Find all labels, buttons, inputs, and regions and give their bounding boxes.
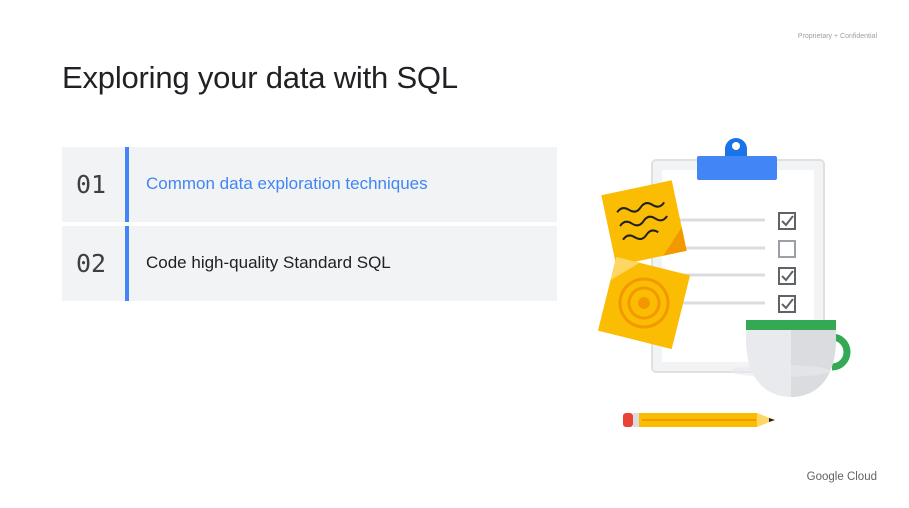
agenda-number: 02	[76, 249, 107, 278]
agenda-number: 01	[76, 170, 107, 199]
agenda-item-01[interactable]: 01 Common data exploration techniques	[62, 147, 557, 222]
agenda-accent-bar	[125, 226, 129, 301]
slide-title: Exploring your data with SQL	[62, 60, 458, 95]
agenda-item-02[interactable]: 02 Code high-quality Standard SQL	[62, 226, 557, 301]
agenda-label: Code high-quality Standard SQL	[146, 253, 391, 272]
confidential-label: Proprietary + Confidential	[797, 33, 877, 40]
agenda-accent-bar	[125, 147, 129, 222]
agenda-list: 01 Common data exploration techniques 02…	[62, 147, 557, 305]
pencil-icon	[623, 413, 775, 427]
agenda-label: Common data exploration techniques	[146, 174, 428, 193]
sticky-note-icon	[601, 180, 687, 266]
checklist-illustration	[597, 138, 851, 427]
google-cloud-logo: Google Cloud	[806, 471, 877, 483]
